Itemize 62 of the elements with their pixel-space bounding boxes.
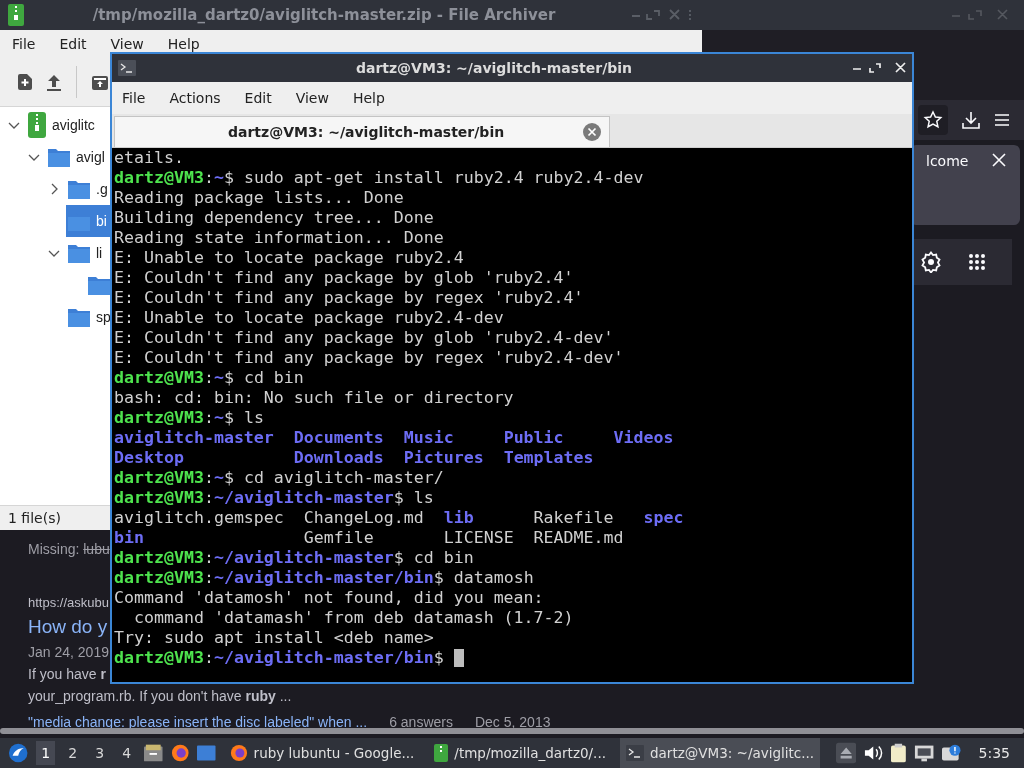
terminal-line: Command 'datamosh' not found, did you mean: [114,588,545,608]
menu-item[interactable]: Help [167,36,200,52]
menu-item[interactable]: File [12,36,36,52]
status-text: 1 file(s) [8,510,61,526]
tree-item[interactable]: .g [66,173,110,205]
taskbar-task[interactable]: ruby lubuntu - Google... [223,738,421,768]
menu-item[interactable]: View [295,90,329,106]
menu-item[interactable]: Help [352,90,385,106]
answer-count: 6 answers [389,714,453,730]
result-snippet: If you have r [28,666,106,682]
tree-item[interactable]: sp [66,301,110,333]
menu-item[interactable]: Edit [59,36,87,52]
taskbar-task[interactable]: /tmp/mozilla_dartz0/... [428,738,612,768]
result-date: Jan 24, 2019 [28,644,109,660]
window-title: dartz@VM3: ~/aviglitch-master/bin [354,60,634,76]
tree-item[interactable]: avigl [46,141,110,173]
terminal-line: E: Unable to locate package ruby2.4-dev [114,308,505,328]
terminal-line: aviglitch-master Documents Music Public Videos [114,428,675,448]
result-title-link[interactable]: How do y [28,616,108,638]
notification-title: lcome [926,153,969,169]
workspace-button[interactable]: 3 [90,741,110,765]
terminal-line: E: Couldn't find any package by regex 'ruby2.4-dev' [114,348,625,368]
terminal-line: dartz@VM3:~/aviglitch-master/bin$ datamosh [114,568,535,588]
clock: 5:35 [978,745,1010,761]
terminal-line: E: Couldn't find any package by glob 'ruby2.4' [114,268,575,288]
terminal-line: aviglitch.gemspec ChangeLog.md lib Rakefile spec [114,508,685,528]
terminal-line: dartz@VM3:~$ cd aviglitch-master/ [114,468,445,488]
terminal-line: etails. [114,148,185,168]
tree-item[interactable]: li [66,237,110,269]
workspace-button[interactable]: 1 [36,741,56,765]
menu-item[interactable]: View [110,36,144,52]
terminal-line: dartz@VM3:~$ ls [114,408,265,428]
terminal-line: dartz@VM3:~/aviglitch-master$ cd bin [114,548,475,568]
menu-item[interactable]: File [122,90,146,106]
terminal-line: dartz@VM3:~/aviglitch-master$ ls [114,488,435,508]
tree-item[interactable]: bi [66,205,110,237]
terminal-line: dartz@VM3:~$ sudo apt-get install ruby2.4 ruby2.4-dev [114,168,645,188]
terminal-line: dartz@VM3:~$ cd bin [114,368,305,388]
terminal-line: E: Couldn't find any package by regex 'ruby2.4' [114,288,585,308]
terminal-line: E: Couldn't find any package by glob 'ruby2.4-dev' [114,328,615,348]
terminal-line: Try: sudo apt install <deb name> [114,628,435,648]
terminal-line: Reading state information... Done [114,228,445,248]
missing-terms-text: Missing: lubu [28,541,110,557]
terminal-line: E: Unable to locate package ruby2.4 [114,248,465,268]
terminal-line: Building dependency tree... Done [114,208,435,228]
question-date: Dec 5, 2013 [474,714,551,730]
menu-item[interactable]: Edit [244,90,272,106]
terminal-line: bin Gemfile LICENSE README.md [114,528,625,548]
workspace-button[interactable]: 4 [117,741,137,765]
terminal-tab[interactable]: dartz@VM3: ~/aviglitch-master/bin [114,116,610,147]
result-snippet: your_program.rb. If you don't have ruby ... [28,688,292,704]
menu-item[interactable]: Actions [169,90,221,106]
terminal-line: Reading package lists... Done [114,188,405,208]
tree-item[interactable]: aviglitc [26,109,110,141]
terminal-line: command 'datamash' from deb datamash (1.7-2) [132,608,575,628]
window-title: /tmp/mozilla_dartz0/aviglitch-master.zip - File Archiver [91,6,557,24]
workspace-button[interactable]: 2 [63,741,83,765]
terminal-line: Desktop Downloads Pictures Templates [114,448,595,468]
result-url: https://askubu [28,595,109,610]
terminal-line: bash: cd: bin: No such file or directory [114,388,515,408]
taskbar-task[interactable]: dartz@VM3: ~/aviglitc... [620,738,821,768]
terminal-line: dartz@VM3:~/aviglitch-master/bin$ [114,648,912,668]
